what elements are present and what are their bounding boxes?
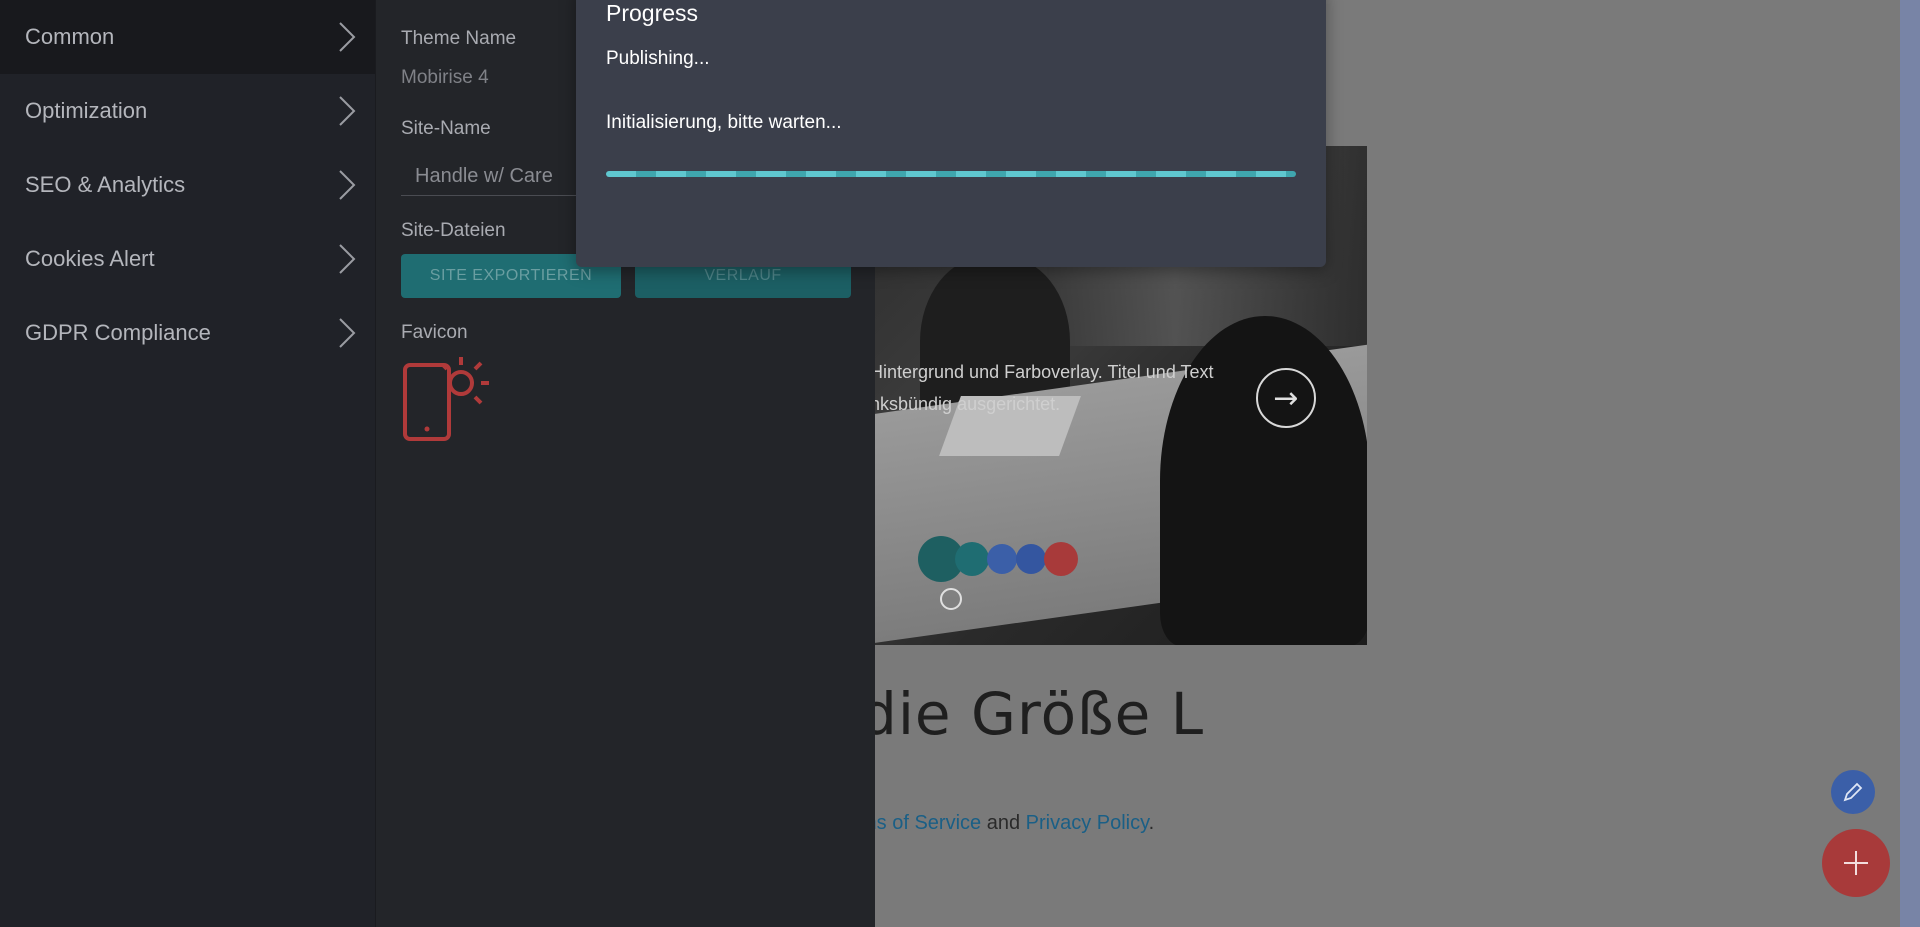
progress-bar-fill: [606, 171, 1296, 177]
terms-text: ms of Service and Privacy Policy.: [860, 812, 1154, 835]
nav-item-cookies-alert[interactable]: Cookies Alert: [0, 222, 375, 296]
dialog-message: Initialisierung, bitte warten...: [606, 112, 842, 133]
terms-suffix: .: [1148, 812, 1155, 834]
pencil-icon: [1843, 782, 1863, 802]
add-block-button[interactable]: [1822, 829, 1890, 897]
progress-dialog: Progress Publishing... Initialisierung, …: [576, 0, 1326, 267]
loading-spinner: [918, 536, 1078, 582]
privacy-policy-link[interactable]: Privacy Policy: [1026, 812, 1149, 834]
right-scroll-strip: [1900, 0, 1920, 927]
favicon-label: Favicon: [401, 322, 468, 343]
progress-bar: [606, 171, 1296, 177]
chevron-right-icon: [339, 244, 356, 274]
nav-item-label: GDPR Compliance: [25, 320, 211, 345]
nav-item-label: Optimization: [25, 98, 148, 123]
hero-text: Hintergrund und Farboverlay. Titel und T…: [870, 356, 1270, 420]
chevron-right-icon: [339, 170, 356, 200]
chevron-right-icon: [339, 22, 356, 52]
chevron-right-icon: [339, 318, 356, 348]
settings-nav: Common Optimization SEO & Analytics Cook…: [0, 0, 375, 927]
terms-of-service-link[interactable]: ms of Service: [860, 812, 981, 834]
slider-indicator[interactable]: [940, 588, 962, 610]
nav-item-gdpr-compliance[interactable]: GDPR Compliance: [0, 296, 375, 370]
nav-item-label: Cookies Alert: [25, 246, 155, 271]
dialog-status: Publishing...: [606, 48, 710, 69]
site-files-label: Site-Dateien: [401, 220, 506, 241]
plus-icon: [1844, 851, 1868, 875]
theme-name-label: Theme Name: [401, 28, 517, 49]
nav-item-optimization[interactable]: Optimization: [0, 74, 375, 148]
nav-item-seo-analytics[interactable]: SEO & Analytics: [0, 148, 375, 222]
dialog-title: Progress: [606, 0, 699, 26]
nav-item-label: Common: [25, 24, 115, 49]
terms-and-text: and: [981, 812, 1026, 834]
hero-text-line2: nksbündig ausgerichtet.: [870, 394, 1061, 414]
hero-text-line1: Hintergrund und Farboverlay. Titel und T…: [870, 362, 1214, 382]
section-heading: die Größe L: [860, 680, 1205, 748]
site-name-label: Site-Name: [401, 118, 491, 139]
nav-item-label: SEO & Analytics: [25, 172, 186, 197]
nav-item-common[interactable]: Common: [0, 0, 375, 74]
theme-name-value: Mobirise 4: [401, 67, 489, 88]
arrow-right-circle-icon[interactable]: →: [1256, 368, 1316, 428]
edit-button[interactable]: [1831, 770, 1875, 814]
phone-sun-icon[interactable]: [401, 355, 491, 445]
chevron-right-icon: [339, 96, 356, 126]
